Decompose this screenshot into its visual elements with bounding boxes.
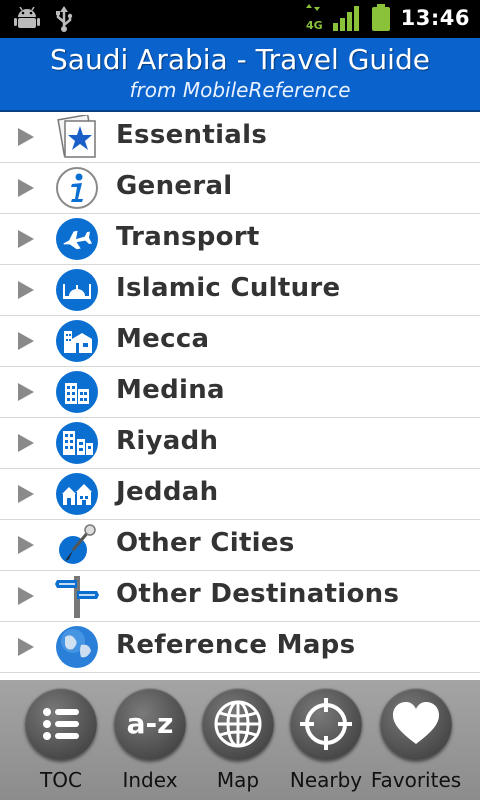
list-item-general[interactable]: General: [0, 163, 480, 214]
page-subtitle: from MobileReference: [129, 78, 351, 102]
buildings-icon: [56, 320, 98, 362]
expand-arrow-icon[interactable]: [18, 230, 34, 248]
index-glyph: a-z: [127, 707, 174, 740]
list-item-label: Mecca: [116, 324, 210, 354]
expand-arrow-icon[interactable]: [18, 128, 34, 146]
list-item-label: Other Cities: [116, 528, 295, 558]
index-button[interactable]: a-z Index: [106, 684, 194, 794]
list-item-label: General: [116, 171, 233, 201]
expand-arrow-icon[interactable]: [18, 179, 34, 197]
list-item-mecca[interactable]: Mecca: [0, 316, 480, 367]
page-title: Saudi Arabia - Travel Guide: [50, 43, 430, 76]
usb-icon: [56, 6, 73, 32]
list-item-riyadh[interactable]: Riyadh: [0, 418, 480, 469]
buildings-icon: [56, 371, 98, 413]
expand-arrow-icon[interactable]: [18, 281, 34, 299]
favorites-button[interactable]: Favorites: [371, 684, 461, 794]
nearby-button[interactable]: Nearby: [282, 684, 370, 794]
list-item-reference-maps[interactable]: Reference Maps: [0, 622, 480, 673]
network-4g-icon: 4G: [305, 4, 323, 32]
info-icon: [56, 167, 98, 209]
star-icon: [57, 115, 96, 158]
crosshair-icon: [290, 688, 362, 760]
app-header: Saudi Arabia - Travel Guide from MobileR…: [0, 38, 480, 112]
battery-icon: [371, 4, 390, 31]
heart-icon: [380, 688, 452, 760]
list-item-medina[interactable]: Medina: [0, 367, 480, 418]
houses-icon: [56, 473, 98, 515]
expand-arrow-icon[interactable]: [18, 332, 34, 350]
expand-arrow-icon[interactable]: [18, 383, 34, 401]
status-bar: 4G 13:46: [0, 0, 480, 38]
list-item-jeddah[interactable]: Jeddah: [0, 469, 480, 520]
android-debug-icon: [14, 7, 40, 28]
index-label: Index: [122, 768, 178, 792]
expand-arrow-icon[interactable]: [18, 485, 34, 503]
favorites-label: Favorites: [370, 768, 462, 792]
map-button[interactable]: Map: [194, 684, 282, 794]
toc-list: Essentials General Transport Islamic Cul…: [0, 112, 480, 673]
list-item-label: Essentials: [116, 120, 268, 150]
list-item-islamic-culture[interactable]: Islamic Culture: [0, 265, 480, 316]
toc-button[interactable]: TOC: [17, 684, 105, 794]
bottom-nav-bar: TOC a-z Index Map Nearby Favorites: [0, 680, 480, 800]
toc-label: TOC: [40, 768, 82, 792]
skyline-icon: [56, 422, 98, 464]
list-item-label: Other Destinations: [116, 579, 400, 609]
az-index-icon: a-z: [114, 688, 186, 760]
toc-icon: [25, 688, 97, 760]
list-item-label: Riyadh: [116, 426, 219, 456]
globe-icon: [56, 626, 98, 668]
list-item-label: Jeddah: [116, 477, 219, 507]
network-type-label: 4G: [306, 19, 323, 32]
list-item-label: Islamic Culture: [116, 273, 341, 303]
pushpin-icon: [59, 524, 96, 564]
list-item-label: Reference Maps: [116, 630, 356, 660]
list-item-label: Medina: [116, 375, 225, 405]
list-item-transport[interactable]: Transport: [0, 214, 480, 265]
list-item-essentials[interactable]: Essentials: [0, 112, 480, 163]
nearby-label: Nearby: [289, 768, 363, 792]
expand-arrow-icon[interactable]: [18, 638, 34, 656]
list-item-other-destinations[interactable]: Other Destinations: [0, 571, 480, 622]
expand-arrow-icon[interactable]: [18, 587, 34, 605]
expand-arrow-icon[interactable]: [18, 434, 34, 452]
airplane-icon: [56, 218, 98, 260]
map-label: Map: [216, 768, 260, 792]
signal-icon: [332, 6, 359, 31]
list-item-label: Transport: [116, 222, 260, 252]
expand-arrow-icon[interactable]: [18, 536, 34, 554]
mosque-icon: [56, 269, 98, 311]
globe-icon: [202, 688, 274, 760]
clock: 13:46: [400, 6, 470, 30]
signpost-icon: [55, 576, 99, 618]
list-item-other-cities[interactable]: Other Cities: [0, 520, 480, 571]
